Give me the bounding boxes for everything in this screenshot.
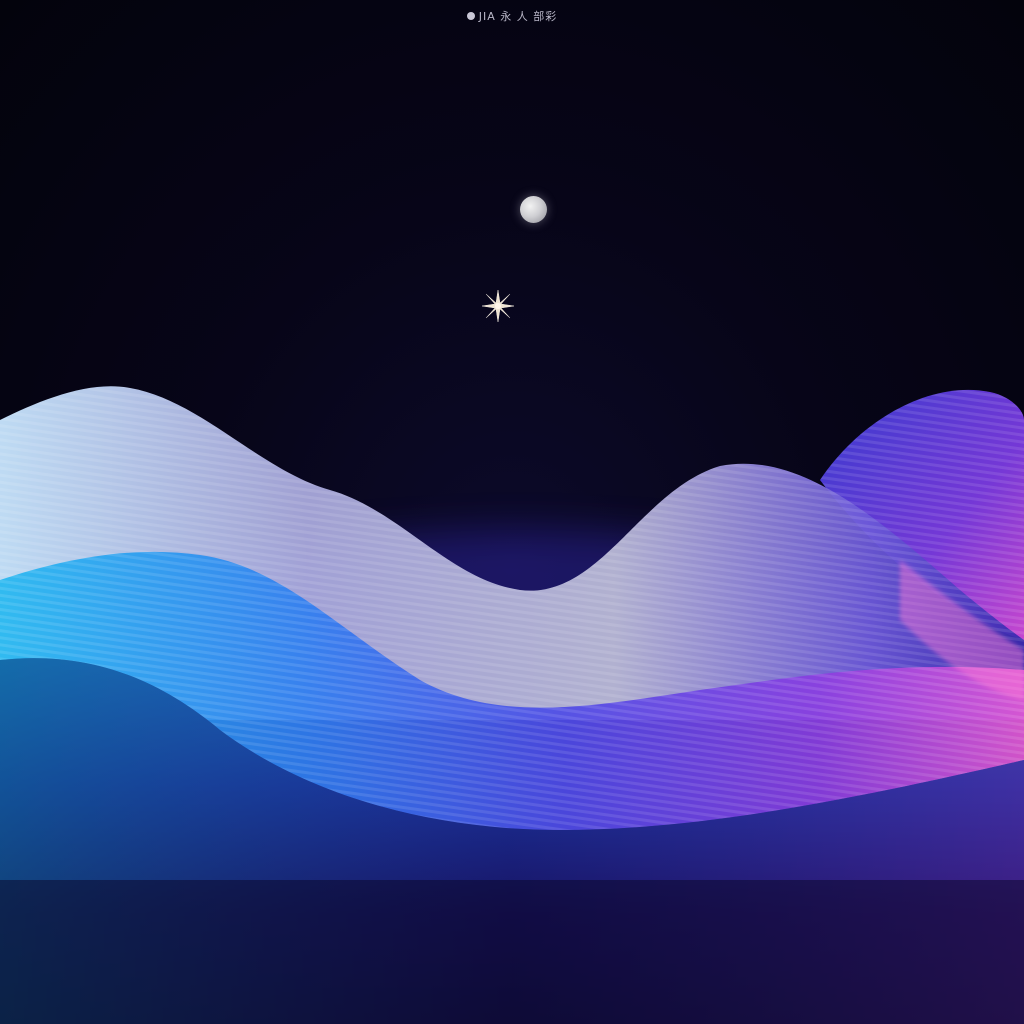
wave-landscape	[0, 386, 1024, 1024]
scene: JIA 永 人 部彩	[0, 0, 1024, 1024]
